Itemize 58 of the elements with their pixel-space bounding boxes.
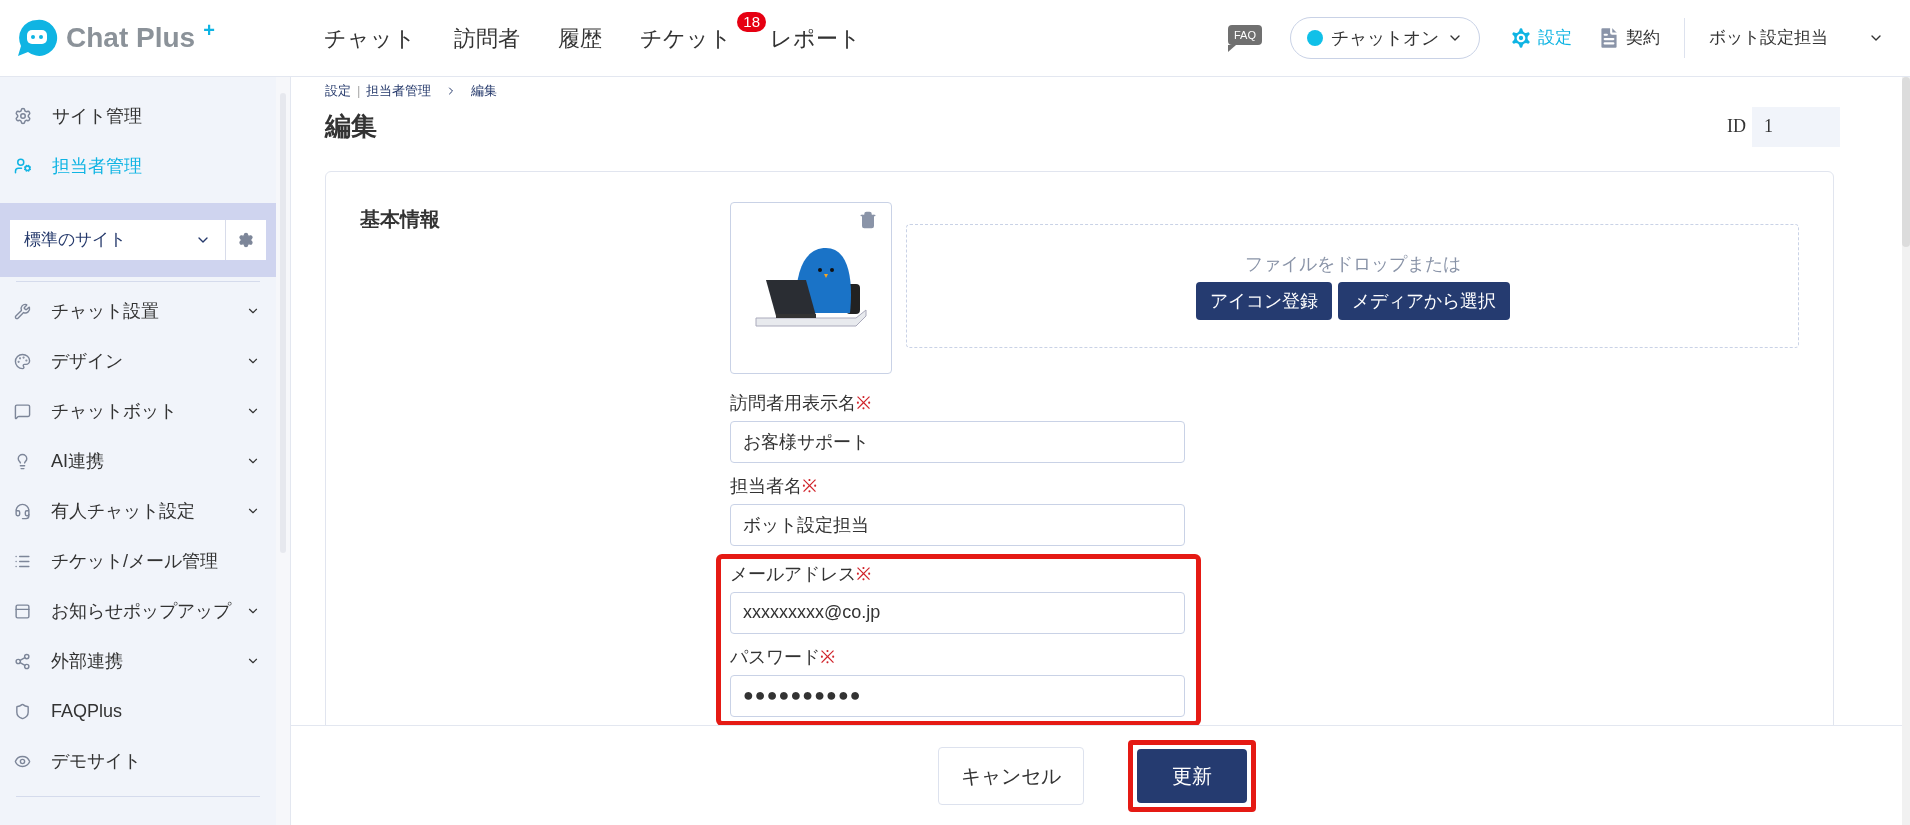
gear-icon bbox=[14, 107, 32, 125]
sidebar-item[interactable]: サイト管理 bbox=[0, 91, 276, 141]
breadcrumb-link[interactable]: 担当者管理 bbox=[366, 81, 432, 101]
headset-icon bbox=[14, 502, 31, 520]
id-field: 1 bbox=[1752, 106, 1840, 147]
sidebar-item[interactable]: FAQPlus bbox=[0, 686, 276, 736]
field-label: パスワード bbox=[730, 645, 820, 669]
breadcrumb-link[interactable]: 設定 bbox=[325, 81, 351, 101]
sidebar-item[interactable]: チケット/メール管理 bbox=[0, 536, 276, 586]
input-field[interactable]: お客様サポート bbox=[730, 420, 1185, 463]
dropzone[interactable]: ファイルをドロップまたは アイコン登録 メディアから選択 bbox=[906, 223, 1799, 348]
sidebar-item[interactable]: チャット設置 bbox=[0, 286, 276, 336]
sidebar-item[interactable]: 外部連携 bbox=[0, 636, 276, 686]
user-menu[interactable]: ボット設定担当 bbox=[1709, 25, 1884, 51]
cancel-button[interactable]: キャンセル bbox=[937, 746, 1084, 805]
logo-plus: + bbox=[203, 18, 215, 43]
nav-link[interactable]: 履歴 bbox=[554, 21, 606, 55]
shield-icon bbox=[14, 702, 31, 720]
window-icon bbox=[14, 602, 31, 620]
delete-icon[interactable] bbox=[859, 210, 877, 229]
gear-icon bbox=[238, 232, 254, 248]
nav-link[interactable]: レポート bbox=[766, 21, 865, 55]
nav-link[interactable]: チャット bbox=[320, 21, 420, 55]
id-label: ID bbox=[1727, 115, 1746, 138]
required-mark: ※ bbox=[856, 562, 871, 586]
input-field[interactable]: ボット設定担当 bbox=[730, 503, 1185, 546]
nav-link[interactable]: 訪問者 bbox=[450, 21, 524, 55]
sidebar-item[interactable]: デモサイト bbox=[0, 736, 276, 786]
logo-icon bbox=[16, 17, 58, 59]
required-mark: ※ bbox=[820, 645, 835, 669]
tools-icon bbox=[14, 302, 31, 320]
required-mark: ※ bbox=[856, 391, 871, 415]
share-icon bbox=[14, 652, 31, 670]
dropzone-text: ファイルをドロップまたは bbox=[1244, 253, 1461, 276]
user-gear-icon bbox=[14, 157, 32, 175]
sidebar-item[interactable]: チャットボット bbox=[0, 386, 276, 436]
update-button[interactable]: 更新 bbox=[1136, 748, 1247, 803]
sidebar-item[interactable]: デザイン bbox=[0, 336, 276, 386]
field-label: 担当者名 bbox=[730, 474, 802, 498]
count-badge: 18 bbox=[737, 11, 766, 32]
field-label: メールアドレス bbox=[730, 562, 856, 586]
required-mark: ※ bbox=[802, 474, 817, 498]
breadcrumb-current: 編集 bbox=[471, 82, 498, 100]
field-label: 訪問者用表示名 bbox=[730, 391, 856, 415]
upload-button[interactable]: アイコン登録 bbox=[1195, 282, 1332, 320]
page-title: 編集 bbox=[325, 110, 377, 143]
upload-button[interactable]: メディアから選択 bbox=[1337, 282, 1510, 320]
input-field[interactable]: xxxxxxxxx@co.jp bbox=[730, 591, 1185, 634]
palette-icon bbox=[14, 352, 31, 370]
input-field[interactable]: ●●●●●●●●●● bbox=[730, 674, 1185, 717]
logo-text: Chat Plus bbox=[66, 21, 196, 55]
sidebar-item[interactable]: AI連携 bbox=[0, 436, 276, 486]
contract-link[interactable]: 契約 bbox=[1596, 25, 1660, 51]
sidebar-item[interactable]: お知らせポップアップ bbox=[0, 586, 276, 636]
chat-bubble-icon bbox=[14, 402, 31, 420]
sidebar-item[interactable]: 有人チャット設定 bbox=[0, 486, 276, 536]
section-title: 基本情報 bbox=[360, 206, 441, 232]
breadcrumb-separator: | bbox=[357, 82, 361, 100]
